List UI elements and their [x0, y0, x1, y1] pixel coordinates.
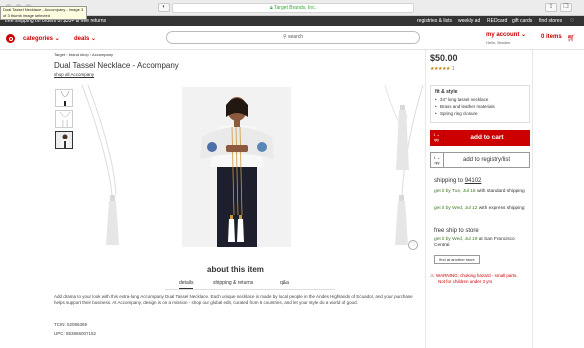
express-shipping: get it by Wed, Jul 12 with express shipp… — [434, 206, 528, 212]
warning-line1: WARNING: choking hazard - small parts. — [436, 273, 518, 278]
registry-quantity-stepper[interactable]: 1 ⌄ qty — [430, 152, 444, 168]
tabs-icon[interactable]: ❐ — [560, 3, 572, 12]
categories-menu[interactable]: categories ⌄ — [23, 35, 60, 42]
standard-date: get it by Tue, Jul 18 — [434, 189, 476, 194]
thumbnail-2[interactable] — [55, 110, 73, 128]
search-input[interactable]: ⚲ search — [166, 31, 420, 44]
chevron-down-icon: ⌄ — [54, 36, 60, 42]
thumbnail-list — [55, 89, 73, 152]
fit-bullet: 34" long tassel necklace — [435, 96, 525, 103]
add-to-registry-button[interactable]: add to registry/list — [444, 152, 530, 168]
upc-value: UPC: 853866007152 — [54, 331, 97, 336]
tab-details[interactable]: details — [179, 280, 194, 289]
thumbnail-1[interactable] — [55, 89, 73, 107]
choking-warning: ⚠ WARNING: choking hazard - small parts. … — [430, 273, 532, 285]
find-another-store-button[interactable]: find at another store — [434, 255, 480, 264]
store-date: get it by Wed, Jul 19 — [434, 237, 478, 242]
account-label: my account — [486, 32, 520, 38]
shop-all-link[interactable]: shop all Accompany — [54, 72, 94, 77]
qty-label: qty — [433, 137, 440, 142]
necklace-icon — [59, 111, 71, 127]
warning-icon: ⚠ — [430, 273, 435, 278]
product-title: Dual Tassel Necklace - Accompany — [54, 61, 179, 70]
redcard-link[interactable]: REDcard — [487, 17, 507, 25]
rating[interactable]: ★★★★★ 1 — [430, 66, 455, 72]
categories-label: categories — [23, 36, 54, 42]
share-icon[interactable]: ⇪ — [545, 3, 557, 12]
store-pickup: get it by Wed, Jul 19 at San Francisco C… — [434, 237, 528, 249]
quantity-stepper[interactable]: 1 ⌄ qty — [430, 130, 444, 146]
fit-bullet: Brass and leather materials — [435, 103, 525, 110]
gift-cards-link[interactable]: gift cards — [512, 17, 532, 25]
standard-shipping: get it by Tue, Jul 18 with standard ship… — [434, 189, 528, 195]
ship-to-store-heading: free ship to store — [434, 228, 479, 234]
main-nav: categories ⌄ deals ⌄ ⚲ search my account… — [0, 26, 584, 50]
address-bar[interactable]: 🔒︎ Target Brands, Inc. — [172, 3, 414, 13]
chevron-down-icon: ⌄ — [521, 32, 527, 38]
necklace-icon — [60, 90, 70, 106]
account-greeting: Hello, Braden — [486, 40, 511, 45]
cart-count[interactable]: 0 items — [541, 34, 562, 40]
product-description: Add drama to your look with this extra-l… — [54, 294, 413, 305]
breadcrumb-brand-shop[interactable]: brand shop — [69, 52, 89, 57]
express-text: with express shipping — [477, 206, 525, 211]
tab-shipping-returns[interactable]: shipping & returns — [213, 280, 253, 286]
about-tabs: details shipping & returns q&a — [165, 280, 335, 289]
weekly-ad-link[interactable]: weekly ad — [458, 17, 480, 25]
search-icon: ⚲ — [282, 34, 287, 40]
add-to-cart-button[interactable]: add to cart — [444, 130, 530, 146]
find-stores-link[interactable]: find stores — [539, 17, 562, 25]
fit-style-heading: fit & style — [435, 89, 458, 95]
model-wearing-necklace-image — [182, 87, 291, 247]
model-photo-icon — [56, 132, 72, 148]
breadcrumb-target[interactable]: Target — [54, 52, 65, 57]
lock-icon: 🔒︎ — [270, 5, 273, 11]
fit-bullet: Spring ring closure — [435, 110, 525, 117]
product-price: $50.00 — [430, 53, 458, 63]
url-text: Target Brands, Inc. — [274, 5, 316, 11]
qty-label: qty — [434, 160, 440, 165]
breadcrumb-accompany[interactable]: Accompany — [92, 52, 113, 57]
about-heading: about this item — [207, 265, 264, 274]
star-icons: ★★★★★ — [430, 66, 450, 72]
reader-icon[interactable]: ◐ — [158, 3, 170, 12]
browser-toolbar: ◐ 🔒︎ Target Brands, Inc. ⇪ ❐ — [0, 0, 584, 16]
promo-bar: free shipping on orders of $35+ & free r… — [0, 16, 584, 26]
tab-divider — [165, 289, 335, 290]
tooltip: Dual Tassel Necklace - Accompany - image… — [0, 6, 87, 20]
rating-count: 1 — [451, 66, 455, 72]
fit-style-box: fit & style 34" long tassel necklace Bra… — [430, 85, 530, 123]
deals-menu[interactable]: deals ⌄ — [74, 35, 96, 42]
deals-label: deals — [74, 36, 90, 42]
search-placeholder: search — [288, 34, 304, 40]
target-logo-icon[interactable] — [6, 34, 15, 43]
tab-qa[interactable]: q&a — [280, 280, 289, 286]
heart-icon[interactable]: ♡ — [408, 240, 418, 250]
shipping-label: shipping to — [434, 178, 464, 184]
shipping-heading: shipping to 94102 — [434, 178, 481, 184]
necklace-side-image — [81, 85, 119, 245]
breadcrumb: Target › brand shop › Accompany — [54, 52, 113, 57]
thumbnail-3[interactable] — [55, 131, 73, 149]
warning-line2: Not for children under 3 yrs — [438, 279, 493, 284]
chevron-down-icon: ⌄ — [91, 36, 97, 42]
cart-icon[interactable]: 🛒︎ — [567, 34, 576, 42]
zip-link[interactable]: 94102 — [465, 178, 482, 184]
tcin-value: TCIN: 52086369 — [54, 322, 88, 327]
main-product-image[interactable] — [182, 87, 291, 247]
heart-icon[interactable]: ♡ — [570, 17, 574, 25]
account-menu[interactable]: my account ⌄ Hello, Braden — [486, 32, 526, 46]
express-date: get it by Wed, Jul 12 — [434, 206, 478, 211]
necklace-side-image — [384, 85, 424, 245]
standard-text: with standard shipping — [475, 189, 525, 194]
tooltip-line2: of 3 thumb image selected — [3, 13, 50, 18]
registries-link[interactable]: registries & lists — [417, 17, 452, 25]
